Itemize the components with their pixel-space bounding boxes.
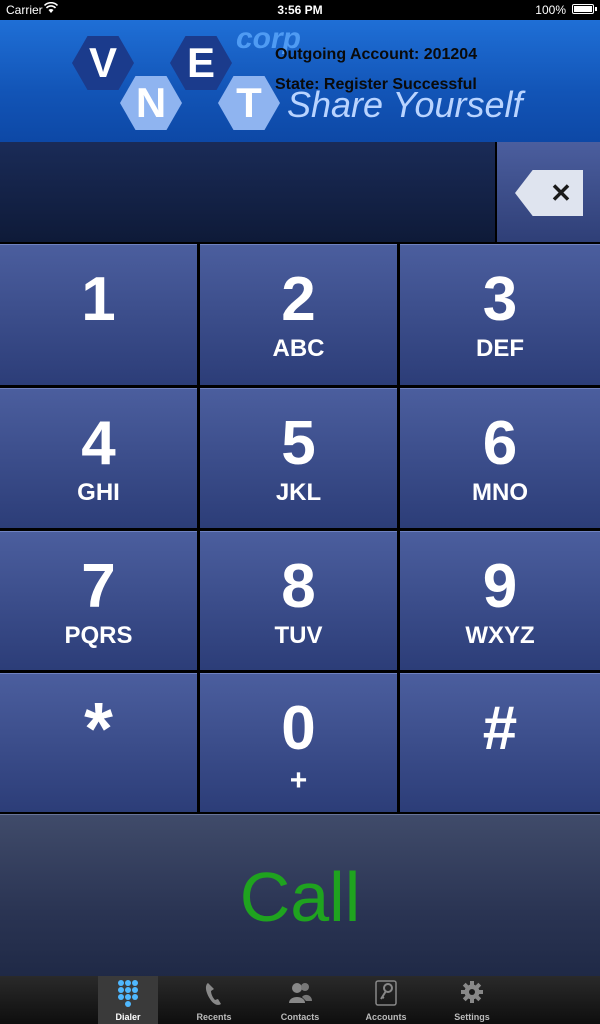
contacts-icon: [289, 983, 312, 1003]
key-digit: 3: [482, 265, 518, 334]
outgoing-account-text: Outgoing Account: 201204: [275, 46, 478, 63]
key-hash[interactable]: #: [400, 673, 600, 812]
key-digit: 7: [81, 552, 116, 621]
key-letters: PQRS: [64, 622, 133, 649]
tab-dialer[interactable]: Dialer: [98, 976, 158, 1024]
key-digit: 5: [281, 409, 316, 478]
tab-bar: Dialer Recents Contacts Accounts Setting…: [0, 976, 600, 1024]
key-5[interactable]: 5 JKL: [200, 388, 397, 528]
key-6[interactable]: 6 MNO: [400, 388, 600, 528]
phone-handset-icon: [205, 983, 221, 1005]
key-letters: ABC: [272, 335, 325, 362]
registration-state-text: State: Register Successful: [275, 76, 477, 93]
keypad-icon: [118, 980, 138, 1007]
key-digit: 1: [81, 265, 116, 334]
key-digit: 4: [81, 409, 116, 478]
key-digit: 8: [281, 552, 316, 621]
key-star[interactable]: *: [0, 673, 197, 812]
battery-icon: [572, 4, 597, 14]
tab-label: Settings: [454, 1012, 490, 1022]
status-time: 3:56 PM: [277, 3, 323, 17]
key-digit: 0: [281, 694, 316, 763]
key-9[interactable]: 9 WXYZ: [400, 531, 600, 670]
key-letters: DEF: [476, 335, 524, 362]
key-digit: 2: [281, 265, 316, 334]
key-letters: WXYZ: [465, 622, 535, 649]
tab-settings[interactable]: Settings: [442, 976, 502, 1024]
battery-percent: 100%: [535, 3, 566, 17]
status-bar: Carrier 3:56 PM 100%: [0, 0, 600, 20]
tab-contacts[interactable]: Contacts: [270, 976, 330, 1024]
key-letters: JKL: [275, 479, 322, 506]
key-letters: MNO: [472, 479, 528, 506]
tab-label: Accounts: [365, 1012, 407, 1022]
key-letters: +: [289, 764, 308, 797]
key-8[interactable]: 8 TUV: [200, 531, 397, 670]
close-icon: ✕: [550, 178, 572, 208]
tab-label: Contacts: [280, 1012, 320, 1022]
key-letters: TUV: [274, 622, 323, 649]
logo-letter-v: V: [72, 36, 134, 90]
key-1[interactable]: 1: [0, 244, 197, 385]
key-4[interactable]: 4 GHI: [0, 388, 197, 528]
gear-icon: [461, 981, 483, 1003]
tab-label: Recents: [196, 1012, 232, 1022]
tab-accounts[interactable]: Accounts: [356, 976, 416, 1024]
key-digit: 9: [482, 552, 518, 621]
app-header: V N E T corp Outgoing Account: 201204 Sh…: [0, 20, 600, 142]
key-3[interactable]: 3 DEF: [400, 244, 600, 385]
logo-letter-e: E: [170, 36, 232, 90]
tab-label: Dialer: [115, 1012, 141, 1022]
call-button[interactable]: Call: [0, 814, 600, 977]
key-2[interactable]: 2 ABC: [200, 244, 397, 385]
logo-letter-t: T: [218, 76, 280, 130]
call-label: Call: [239, 858, 361, 936]
key-letters: GHI: [77, 479, 120, 506]
key-7[interactable]: 7 PQRS: [0, 531, 197, 670]
tab-recents[interactable]: Recents: [184, 976, 244, 1024]
key-digit: *: [84, 687, 113, 770]
key-icon: [375, 980, 397, 1006]
logo-letter-n: N: [120, 76, 182, 130]
key-0[interactable]: 0 +: [200, 673, 397, 812]
number-display[interactable]: [0, 142, 495, 242]
key-digit: 6: [482, 409, 518, 478]
backspace-button[interactable]: ✕: [497, 142, 600, 242]
key-digit: #: [482, 694, 518, 763]
